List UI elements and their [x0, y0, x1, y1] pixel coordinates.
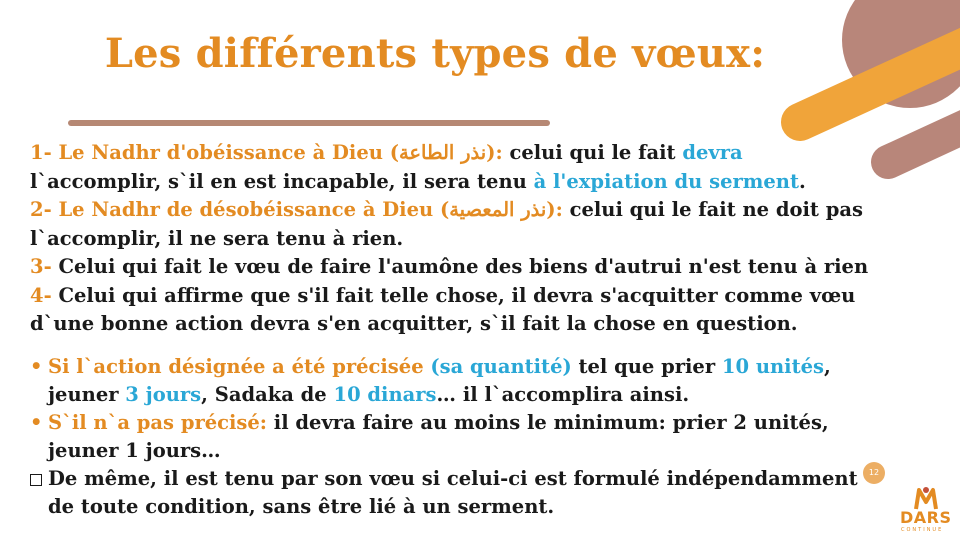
nadhr-types-list: 1- Le Nadhr d'obéissance à Dieu (نذر الط… [30, 139, 950, 339]
item-2-text: celui qui le fait ne doit pas [562, 198, 863, 221]
bullet-1-value-1: 10 unités [721, 355, 824, 378]
checkbox-item-text-2: de toute condition, sans être lié à un s… [48, 495, 555, 518]
logo-subtext: CONTINUE [901, 527, 944, 533]
item-4-text-2: d`une bonne action devra s'en acquitter,… [30, 312, 798, 335]
item-1-number: 1- [30, 141, 52, 164]
slide-title: Les différents types de vœux: [104, 30, 766, 77]
checkbox-item-text: De même, il est tenu par son vœu si celu… [48, 467, 858, 490]
item-4-line-2: d`une bonne action devra s'en acquitter,… [30, 310, 950, 339]
bullet-1-line-1: Si l`action désignée a été précisée (sa … [48, 353, 950, 381]
item-1-end: . [798, 169, 806, 193]
bullet-1-text-2: jeuner [48, 383, 126, 406]
item-2-line-2: l`accomplir, il ne sera tenu à rien. [30, 225, 950, 254]
item-2-line-1: 2- Le Nadhr de désobéissance à Dieu (نذر… [30, 196, 950, 225]
item-1-highlight: devra [682, 141, 743, 164]
item-1-line-1: 1- Le Nadhr d'obéissance à Dieu (نذر الط… [30, 139, 950, 168]
item-4-line-1: 4- Celui qui affirme que s'il fait telle… [30, 282, 950, 311]
bullet-2-text: il devra faire au moins le minimum: prie… [267, 411, 829, 434]
bullet-1-paren: (sa quantité) [430, 355, 572, 378]
item-1-highlight-2: à l'expiation du serment [533, 169, 799, 193]
bullet-dot-icon: • [30, 411, 43, 434]
bullet-1-value-2: 3 jours [125, 383, 202, 406]
bullet-dot-icon: • [30, 355, 43, 378]
bullet-2-lead: S`il n`a pas précisé: [48, 411, 268, 434]
slide: Les différents types de vœux: 1- Le Nadh… [0, 0, 960, 540]
item-1-arabic: نذر الطاعة [398, 141, 487, 164]
item-2-heading: Le Nadhr de désobéissance à Dieu ( [51, 198, 450, 221]
logo-m-icon [914, 487, 938, 510]
item-1-text-2: l`accomplir, s`il en est incapable, il s… [30, 169, 534, 193]
bullet-1-comma: , [824, 355, 831, 378]
item-2-number: 2- [30, 198, 52, 221]
item-4-number: 4- [30, 283, 52, 307]
checkbox-item-line-1: De même, il est tenu par son vœu si celu… [30, 465, 950, 493]
item-3-line: 3- Celui qui fait le vœu de faire l'aumô… [30, 253, 950, 282]
bullet-1-text-4: … il l`accomplira ainsi. [436, 383, 690, 406]
item-3-number: 3- [30, 255, 52, 278]
bullet-1-lead: Si l`action désignée a été précisée [48, 355, 431, 378]
bullet-1-text: tel que prier [571, 355, 722, 378]
dars-logo: DARS CONTINUE [898, 486, 954, 538]
rules-bullets: • Si l`action désignée a été précisée (s… [30, 353, 950, 521]
item-1-heading: Le Nadhr d'obéissance à Dieu ( [51, 141, 399, 164]
bullet-1-line-2: jeuner 3 jours, Sadaka de 10 dinars… il … [48, 381, 950, 409]
bullet-1: • Si l`action désignée a été précisée (s… [30, 353, 950, 409]
bullet-2-text-2: jeuner 1 jours… [48, 439, 221, 462]
bullet-1-text-3: , Sadaka de [201, 383, 334, 406]
bullet-1-value-3: 10 dinars [333, 383, 437, 406]
item-1-line-2: l`accomplir, s`il en est incapable, il s… [30, 168, 950, 197]
checkbox-icon [30, 474, 42, 486]
title-underline [68, 120, 550, 126]
item-2-close: ): [546, 198, 563, 221]
item-1-close: ): [486, 141, 503, 164]
page-number: 12 [863, 462, 885, 484]
logo-text: DARS [900, 508, 952, 527]
item-4-text: Celui qui affirme que s'il fait telle ch… [51, 283, 856, 307]
item-2-arabic: نذر المعصية [449, 198, 547, 221]
bullet-2: • S`il n`a pas précisé: il devra faire a… [30, 409, 950, 465]
item-3-text: Celui qui fait le vœu de faire l'aumône … [51, 255, 869, 278]
bullet-2-line-2: jeuner 1 jours… [48, 437, 950, 465]
item-1-text: celui qui le fait [502, 141, 683, 164]
bullet-2-line-1: S`il n`a pas précisé: il devra faire au … [48, 409, 950, 437]
item-2-text-2: l`accomplir, il ne sera tenu à rien. [30, 226, 404, 250]
checkbox-item-line-2: de toute condition, sans être lié à un s… [30, 493, 950, 521]
